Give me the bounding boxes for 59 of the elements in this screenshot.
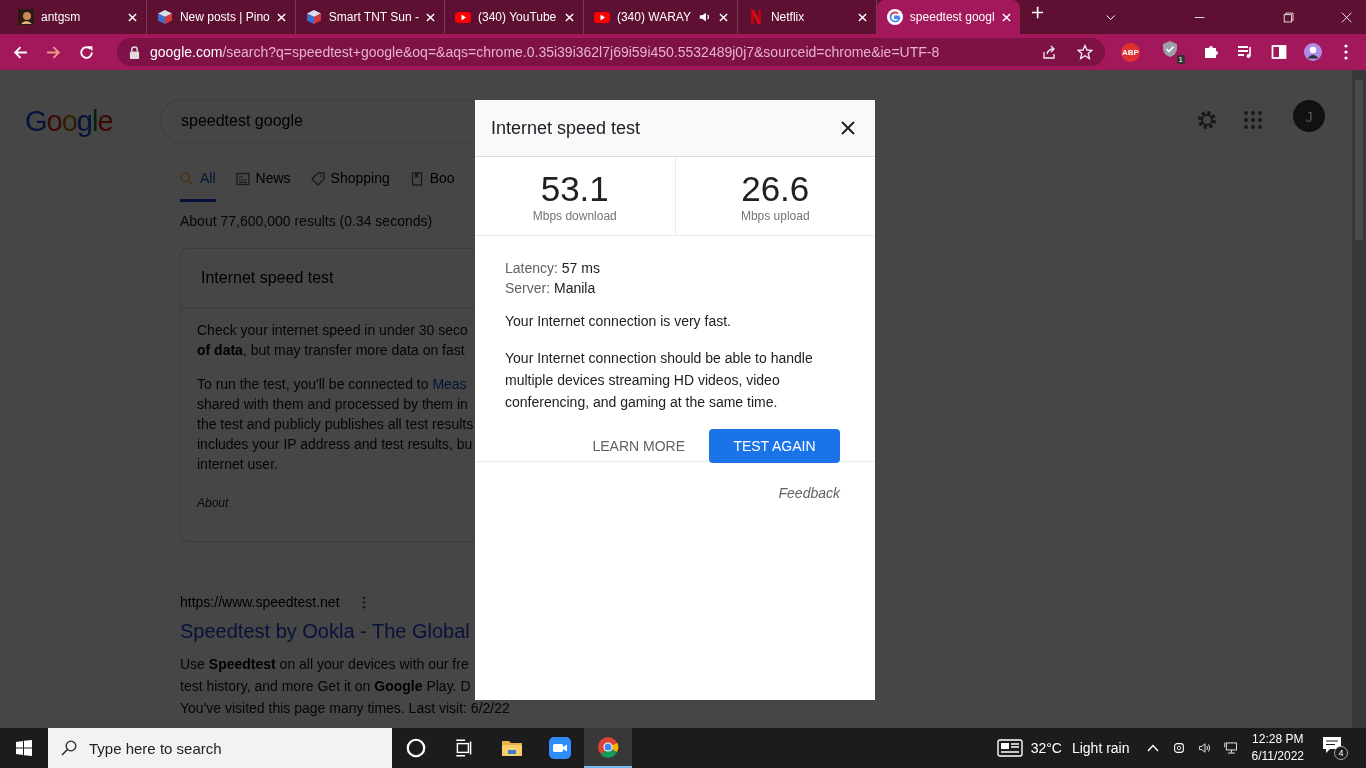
learn-more-button[interactable]: LEARN MORE xyxy=(592,430,685,462)
start-icon[interactable] xyxy=(16,740,32,756)
browser-tab[interactable]: speedtest googl xyxy=(876,0,1020,34)
speed-value: 53.1 xyxy=(540,171,609,207)
profile-avatar-icon[interactable] xyxy=(1304,43,1322,61)
taskbar-search-field[interactable]: Type here to search xyxy=(48,728,392,768)
address-bar[interactable]: google.com/search?q=speedtest+google&oq=&aqs=chrome.0.35i39i362l7j69i59i450.5532489j0j7&sourceid=chrome&ie=UTF-8 xyxy=(117,38,1105,66)
detail-label: Latency: xyxy=(505,260,558,276)
notifications-button[interactable]: 4 xyxy=(1322,736,1348,760)
adblock-extension-button[interactable]: ABP xyxy=(1121,42,1140,62)
side-panel-icon[interactable] xyxy=(1270,43,1288,61)
restore-icon[interactable] xyxy=(1283,10,1295,24)
detail-value: Manila xyxy=(554,280,596,296)
speed-explanation: Your Internet connection should be able to handle multiple devices streaming HD videos, video conferencing, and gaming at the same time. xyxy=(505,349,814,412)
new-tab-icon[interactable] xyxy=(1031,5,1043,19)
result-snippet: Use Speedtest on all your devices with our fre test history, and more Get it on Google Play. D You've visited this page many times. Last visit: 6/2/22 xyxy=(180,655,510,718)
volume-icon[interactable] xyxy=(1197,741,1212,755)
play-icon xyxy=(593,9,610,25)
book-icon xyxy=(409,172,424,186)
media-icon[interactable] xyxy=(1236,43,1254,61)
temperature[interactable]: 32°C xyxy=(1030,740,1062,756)
clock-date[interactable]: 6/11/2022 xyxy=(1251,748,1304,765)
cube-icon xyxy=(305,9,322,25)
lock-icon xyxy=(129,45,140,59)
speed-label: Mbps upload xyxy=(740,209,810,223)
card-paragraph: Check your internet speed in under 30 seco of data, but may transfer more data on fast xyxy=(197,321,468,360)
speaker-icon[interactable] xyxy=(697,10,712,24)
weather-text[interactable]: Light rain xyxy=(1071,740,1130,756)
detail-label: Server: xyxy=(505,280,551,296)
share-icon[interactable] xyxy=(1041,44,1057,60)
play-icon xyxy=(455,9,471,25)
speed-value: 26.6 xyxy=(741,171,810,207)
result-count: About 77,600,000 results (0.34 seconds) xyxy=(180,213,434,229)
shield-extension-button[interactable]: 1 xyxy=(1161,40,1185,64)
news-icon[interactable] xyxy=(996,739,1023,757)
scrollbar[interactable] xyxy=(1352,70,1366,728)
camera-icon[interactable] xyxy=(1171,741,1186,755)
site-icon xyxy=(18,9,34,25)
cube-icon xyxy=(156,9,173,25)
newspaper-icon xyxy=(235,172,250,186)
search-icon xyxy=(61,740,77,756)
clock-time[interactable]: 12:28 PM xyxy=(1252,731,1304,748)
reload-icon[interactable] xyxy=(78,43,95,61)
tag-icon xyxy=(310,172,325,186)
dialog-title: Internet speed test xyxy=(491,117,641,139)
test-again-button[interactable]: TEST AGAIN xyxy=(709,429,840,463)
close-icon[interactable] xyxy=(841,121,855,135)
speed-label: Mbps download xyxy=(532,209,617,223)
feedback-link[interactable]: Feedback xyxy=(778,485,840,501)
card-paragraph: To run the test, you'll be connected to Meas shared with them and processed by them in the test and publicly publishes all test results includes your IP address and test results, bu internet user. xyxy=(197,375,474,474)
star-icon[interactable] xyxy=(1077,44,1093,60)
search-icon xyxy=(180,172,194,186)
speed-verdict: Your Internet connection is very fast. xyxy=(505,313,732,329)
network-icon[interactable] xyxy=(1223,741,1238,755)
menu-icon[interactable] xyxy=(1344,44,1348,60)
puzzle-icon[interactable] xyxy=(1202,43,1220,61)
browser-icon[interactable] xyxy=(584,728,632,768)
detail-value: 57 ms xyxy=(561,260,600,276)
g-icon xyxy=(886,9,903,25)
